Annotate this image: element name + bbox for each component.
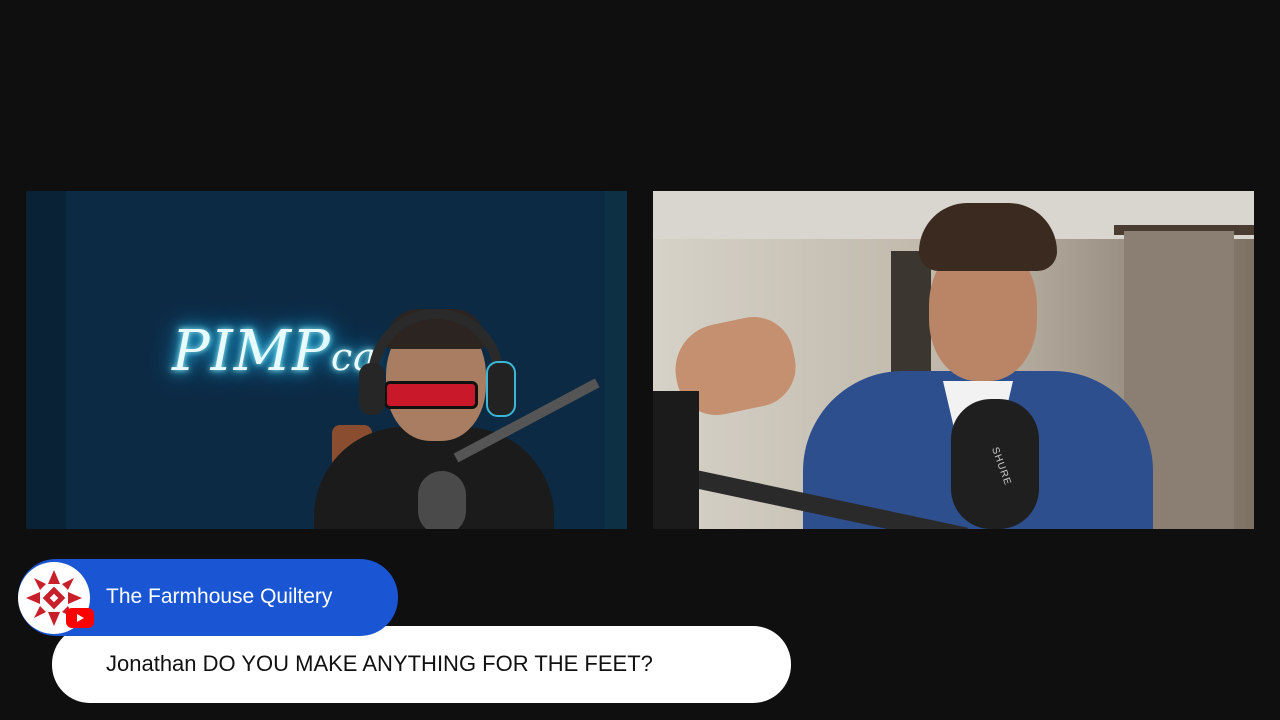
- microphone: [418, 471, 466, 529]
- left-feed-edge: [26, 191, 66, 529]
- right-video-feed: SHURE: [653, 191, 1254, 529]
- left-feed-edge-right: [605, 191, 627, 529]
- play-icon: [77, 614, 84, 622]
- side-microphone: [653, 391, 699, 529]
- chat-author-name: The Farmhouse Quiltery: [106, 585, 333, 608]
- guest-hair: [919, 203, 1057, 271]
- headphone-cup-left: [359, 363, 385, 415]
- neon-sign: PIMPca: [172, 319, 377, 384]
- youtube-icon: [66, 608, 94, 628]
- headphones: [368, 309, 504, 399]
- headphone-cup-right: [486, 361, 516, 417]
- chat-message-text: Jonathan DO YOU MAKE ANYTHING FOR THE FE…: [106, 651, 653, 676]
- left-video-feed: PIMPca: [26, 191, 627, 529]
